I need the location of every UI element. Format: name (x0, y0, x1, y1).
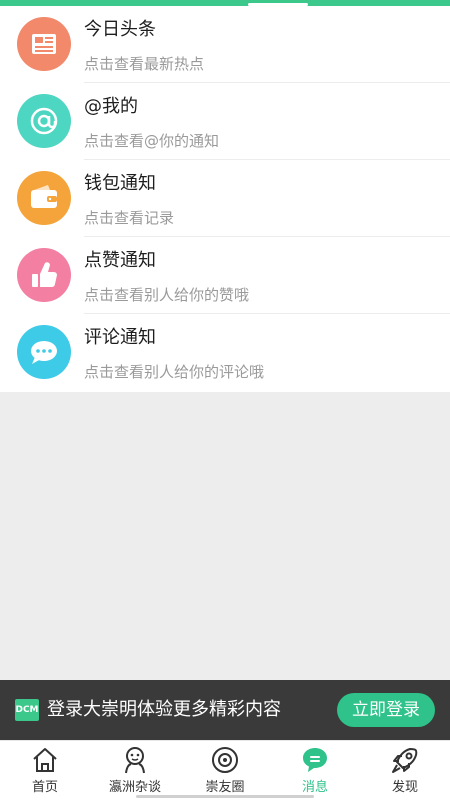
thumbs-up-icon (17, 248, 71, 302)
list-item-comments[interactable]: 评论通知 点击查看别人给你的评论哦 (0, 314, 450, 391)
item-title: @我的 (84, 96, 138, 117)
tab-circle[interactable]: 崇友圈 (180, 741, 270, 800)
bottom-tab-bar: 首页 瀛洲杂谈 崇友圈 消息 发现 (0, 740, 450, 800)
tab-home[interactable]: 首页 (0, 741, 90, 800)
tab-label: 消息 (301, 780, 328, 795)
tab-label: 瀛洲杂谈 (108, 780, 161, 795)
list-item-wallet[interactable]: 钱包通知 点击查看记录 (0, 160, 450, 237)
comment-icon (17, 325, 71, 379)
tab-talk[interactable]: 瀛洲杂谈 (90, 741, 180, 800)
item-subtitle: 点击查看别人给你的评论哦 (84, 363, 265, 381)
item-subtitle: 点击查看最新热点 (84, 55, 205, 73)
tab-label: 发现 (391, 780, 418, 795)
home-indicator (136, 795, 314, 798)
item-subtitle: 点击查看@你的通知 (84, 132, 220, 150)
list-item-likes[interactable]: 点赞通知 点击查看别人给你的赞哦 (0, 237, 450, 314)
tab-label: 崇友圈 (205, 780, 245, 795)
app-logo: DCM (15, 699, 39, 721)
message-icon (303, 748, 327, 772)
tab-label: 首页 (31, 780, 58, 795)
item-title: 今日头条 (84, 19, 156, 40)
list-item-headlines[interactable]: 今日头条 点击查看最新热点 (0, 6, 450, 83)
home-icon (33, 748, 57, 772)
item-title: 钱包通知 (84, 173, 156, 194)
list-item-mentions[interactable]: @我的 点击查看@你的通知 (0, 83, 450, 160)
wallet-icon (17, 171, 71, 225)
newspaper-icon (17, 17, 71, 71)
item-subtitle: 点击查看记录 (84, 209, 175, 227)
rocket-icon (392, 748, 418, 773)
planet-icon (212, 747, 238, 773)
login-button[interactable]: 立即登录 (337, 693, 435, 727)
chat-persons-icon (125, 747, 145, 774)
login-banner-text: 登录大崇明体验更多精彩内容 (47, 699, 281, 720)
tab-messages[interactable]: 消息 (270, 741, 360, 800)
at-icon (17, 94, 71, 148)
item-title: 点赞通知 (84, 250, 156, 271)
item-title: 评论通知 (84, 327, 156, 348)
item-subtitle: 点击查看别人给你的赞哦 (84, 286, 250, 304)
tab-discover[interactable]: 发现 (360, 741, 450, 800)
message-list: 今日头条 点击查看最新热点 @我的 点击查看@你的通知 钱包通知 点击查看记录 (0, 6, 450, 392)
